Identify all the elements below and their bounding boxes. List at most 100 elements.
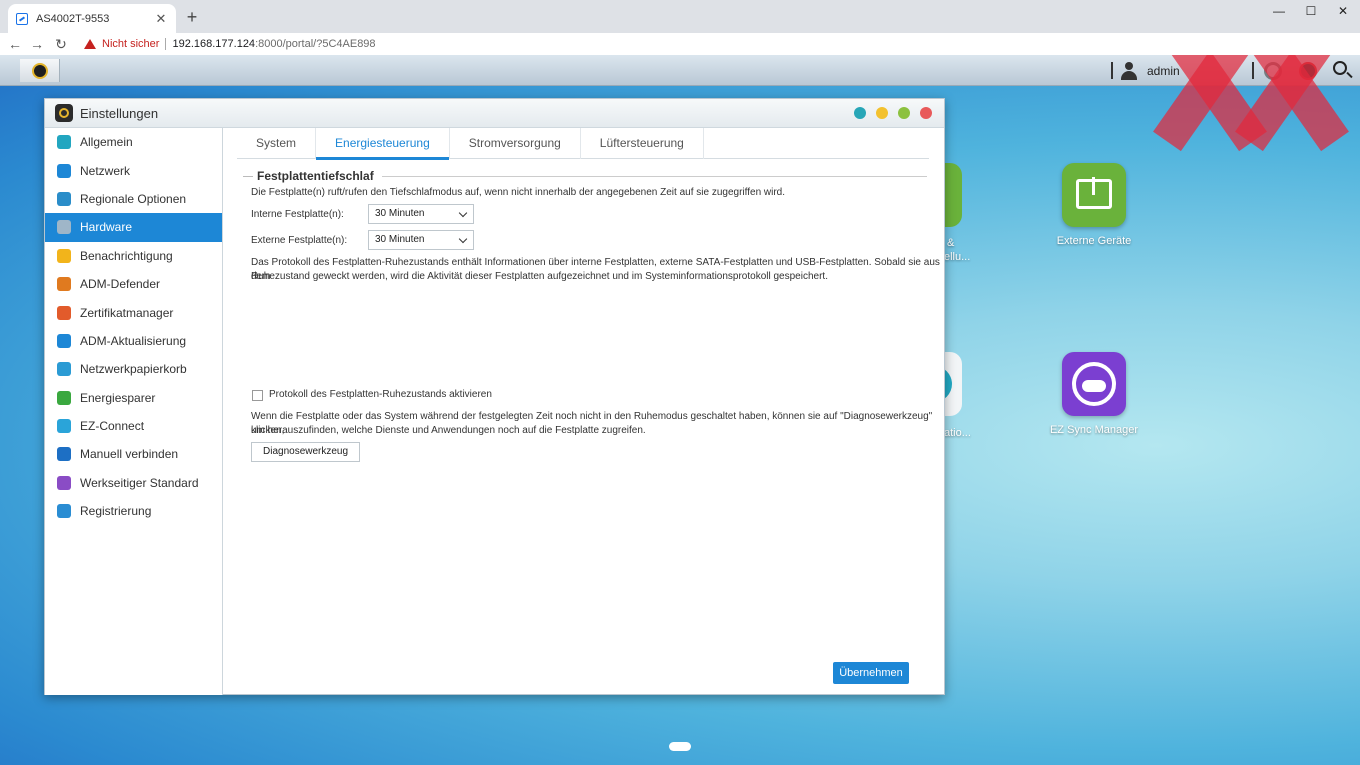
sidebar-item-icon xyxy=(57,135,71,150)
chevron-down-icon xyxy=(458,234,468,244)
sidebar-item-icon xyxy=(57,191,71,206)
sidebar-item-benachrichtigung[interactable]: Benachrichtigung xyxy=(45,242,222,270)
sidebar-item-icon xyxy=(57,390,71,405)
ez-sync-icon xyxy=(1062,352,1126,416)
window-titlebar[interactable]: Einstellungen xyxy=(45,99,944,128)
adm-desktop: admin & ellu... atio... Externe Geräte E… xyxy=(0,55,1360,765)
window-help-dot[interactable] xyxy=(854,107,866,119)
reload-icon[interactable]: ↻ xyxy=(52,35,70,53)
log-info-line: Ruhezustand geweckt werden, wird die Akt… xyxy=(251,270,828,282)
sidebar-item-allgemein[interactable]: Allgemein xyxy=(45,128,222,156)
start-button[interactable] xyxy=(20,59,60,82)
url-host: 192.168.177.124 xyxy=(172,38,256,50)
section-title: Festplattentiefschlaf xyxy=(257,169,374,183)
sidebar-item-icon xyxy=(57,475,71,490)
warning-icon xyxy=(84,39,96,49)
apply-button[interactable]: Übernehmen xyxy=(833,662,909,684)
window-maximize-dot[interactable] xyxy=(898,107,910,119)
desktop-app-external-devices[interactable]: Externe Geräte xyxy=(1049,163,1139,247)
sidebar-item-label: Manuell verbinden xyxy=(80,447,179,462)
site-favicon-icon xyxy=(16,12,28,25)
sidebar-item-label: Netzwerk xyxy=(80,163,131,178)
settings-app-icon xyxy=(55,104,73,122)
internal-disk-value: 30 Minuten xyxy=(375,208,425,219)
sidebar-item-energiesparer[interactable]: Energiesparer xyxy=(45,384,222,412)
external-disk-value: 30 Minuten xyxy=(375,234,425,245)
address-bar[interactable]: Nicht sicher 192.168.177.124:8000/portal… xyxy=(78,34,1328,54)
new-tab-button[interactable]: + xyxy=(184,6,200,28)
sidebar-item-registrierung[interactable]: Registrierung xyxy=(45,497,222,525)
settings-sidebar: Allgemein Netzwerk Regionale Optionen Hardw… xyxy=(45,128,223,695)
usb-drive-icon xyxy=(1062,163,1126,227)
sidebar-item-label: Allgemein xyxy=(80,135,133,150)
sidebar-item-ez-connect[interactable]: EZ-Connect xyxy=(45,412,222,440)
close-tab-icon[interactable]: ✕ xyxy=(154,11,168,27)
address-row: ← → ↻ Nicht sicher 192.168.177.124:8000/… xyxy=(0,33,1360,55)
tab-stromversorgung[interactable]: Stromversorgung xyxy=(450,128,581,159)
maximize-window-icon[interactable]: ☐ xyxy=(1294,0,1328,22)
chevron-down-icon xyxy=(458,208,468,218)
browser-tab[interactable]: AS4002T-9553 ✕ xyxy=(8,4,176,33)
section-header: Festplattentiefschlaf xyxy=(243,169,927,183)
sidebar-item-icon xyxy=(57,163,71,178)
sidebar-item-label: ADM-Aktualisierung xyxy=(80,333,187,348)
close-window-icon[interactable]: ✕ xyxy=(1326,0,1360,22)
internal-disk-select[interactable]: 30 Minuten xyxy=(368,204,474,224)
settings-tabs: System Energiesteuerung Stromversorgung Lüf… xyxy=(237,128,929,160)
watermark-logo xyxy=(1153,55,1349,152)
window-title: Einstellungen xyxy=(80,105,159,121)
asustor-gear-icon xyxy=(31,62,48,79)
sidebar-item-netzwerk[interactable]: Netzwerk xyxy=(45,156,222,184)
settings-content: System Energiesteuerung Stromversorgung Lüf… xyxy=(223,128,944,695)
sidebar-item-icon xyxy=(57,305,71,320)
log-enable-label[interactable]: Protokoll des Festplatten-Ruhezustands a… xyxy=(269,389,492,400)
diagnostic-tool-button[interactable]: Diagnosewerkzeug xyxy=(251,442,361,462)
desktop-app-label: EZ Sync Manager xyxy=(1049,424,1139,436)
sidebar-item-netzwerkpapierkorb[interactable]: Netzwerkpapierkorb xyxy=(45,355,222,383)
tab-energiesteuerung[interactable]: Energiesteuerung xyxy=(316,128,450,160)
sidebar-item-label: Registrierung xyxy=(80,504,152,519)
sidebar-item-label: Regionale Optionen xyxy=(80,191,187,206)
browser-tab-strip: AS4002T-9553 ✕ + — ☐ ✕ xyxy=(0,0,1360,33)
sidebar-item-label: Benachrichtigung xyxy=(80,248,173,263)
sidebar-item-icon xyxy=(57,220,71,235)
sidebar-item-icon xyxy=(57,504,71,519)
desktop-app-ez-sync-manager[interactable]: EZ Sync Manager xyxy=(1049,352,1139,436)
sidebar-item-regionale-optionen[interactable]: Regionale Optionen xyxy=(45,185,222,213)
window-close-dot[interactable] xyxy=(920,107,932,119)
sidebar-item-icon xyxy=(57,419,71,434)
sidebar-item-werkseitiger-standard[interactable]: Werkseitiger Standard xyxy=(45,469,222,497)
tab-system[interactable]: System xyxy=(237,128,317,159)
forward-icon[interactable]: → xyxy=(28,35,46,53)
external-disk-select[interactable]: 30 Minuten xyxy=(368,230,474,250)
user-icon[interactable] xyxy=(1120,62,1138,80)
sidebar-item-icon xyxy=(57,248,71,263)
sidebar-item-label: Zertifikatmanager xyxy=(80,305,174,320)
hidden-app-label: atio... xyxy=(944,427,971,439)
url-path: :8000/portal/?5C4AE898 xyxy=(255,38,376,50)
back-icon[interactable]: ← xyxy=(6,35,24,53)
sidebar-item-icon xyxy=(57,447,71,462)
tab-lüftersteuerung[interactable]: Lüftersteuerung xyxy=(581,128,704,159)
sidebar-item-adm-defender[interactable]: ADM-Defender xyxy=(45,270,222,298)
sleep-description: Die Festplatte(n) ruft/rufen den Tiefsch… xyxy=(251,187,786,198)
taskbar-divider xyxy=(1111,62,1113,79)
settings-window: Einstellungen Allgemein Netzwerk Regionale… xyxy=(44,98,945,695)
log-enable-checkbox[interactable] xyxy=(252,390,263,401)
security-label[interactable]: Nicht sicher xyxy=(102,38,159,50)
sidebar-item-hardware[interactable]: Hardware xyxy=(45,213,222,242)
minimize-window-icon[interactable]: — xyxy=(1262,0,1296,22)
sidebar-item-label: EZ-Connect xyxy=(80,419,145,434)
sidebar-item-icon xyxy=(57,277,71,292)
sidebar-item-manuell-verbinden[interactable]: Manuell verbinden xyxy=(45,440,222,468)
sidebar-item-label: Energiesparer xyxy=(80,390,156,405)
sidebar-item-label: ADM-Defender xyxy=(80,277,161,292)
sidebar-item-adm-aktualisierung[interactable]: ADM-Aktualisierung xyxy=(45,327,222,355)
sidebar-item-label: Netzwerkpapierkorb xyxy=(80,362,187,377)
window-minimize-dot[interactable] xyxy=(876,107,888,119)
dock-handle[interactable] xyxy=(669,742,691,751)
address-separator xyxy=(165,38,167,50)
sidebar-item-icon xyxy=(57,333,71,348)
sidebar-item-icon xyxy=(57,362,71,377)
sidebar-item-zertifikatmanager[interactable]: Zertifikatmanager xyxy=(45,298,222,326)
